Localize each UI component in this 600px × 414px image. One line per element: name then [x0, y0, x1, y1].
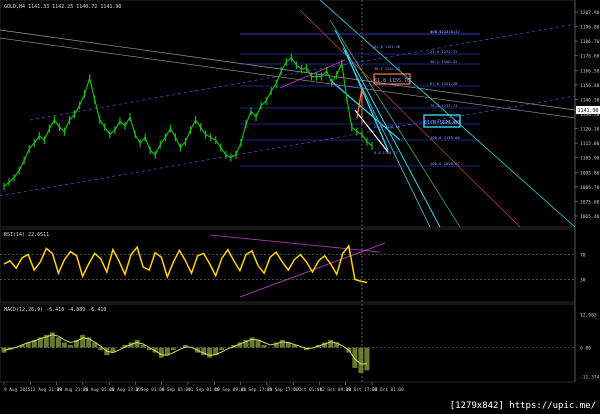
fib-label: 100.0 1115.00: [430, 135, 460, 140]
fib-label: 38.2 1166.32: [430, 59, 457, 64]
main-y-tick-label: 1115.00: [580, 141, 600, 147]
main-header: GOLD,H4 1141.33 1142.25 1140.72 1141.90: [4, 4, 121, 10]
main-y-tick-label: 1176.60: [580, 54, 600, 60]
macd-y-tick-label: 0.00: [580, 346, 591, 352]
main-y-axis: 1207.90 1196.80 1186.70 1176.60 1166.50 1156.…: [575, 10, 600, 220]
macd-hist-bar: [207, 347, 213, 358]
macd-hist-bar: [68, 345, 74, 348]
main-y-tick-label: 1105.90: [580, 156, 600, 162]
main-y-tick-label: 1126.10: [580, 127, 600, 133]
main-y-tick-label: 1207.90: [580, 10, 600, 16]
macd-hist-bar: [61, 342, 67, 348]
main-y-tick-label: 1085.70: [580, 185, 600, 191]
main-y-tick-label: 1075.60: [580, 199, 600, 205]
fib-callout-text-2: 61.8 1126.80: [424, 120, 460, 126]
fib-label: 0.0 1211.51: [430, 29, 456, 34]
rsi-header: RSI(14) 22.6511: [4, 232, 49, 238]
macd-hist-bar: [352, 347, 358, 368]
fib-label: 61.8 1151.28: [430, 81, 458, 86]
trading-chart: 100.0 1211.320.0 1211.5123.6 1175.7238.2…: [0, 0, 600, 411]
fib-small-label: 0.0 1108.77: [374, 151, 398, 155]
macd-y-tick-label: 12.983: [580, 313, 597, 319]
macd-hist-bar: [158, 347, 164, 358]
macd-hist-bar: [170, 347, 176, 351]
rsi-y-axis: 70 30: [580, 253, 586, 284]
macd-y-tick-label: -11.374: [580, 374, 600, 380]
macd-hist-bar: [364, 347, 370, 371]
macd-hist-bar: [80, 334, 86, 348]
main-y-tick-label: 1156.40: [580, 83, 600, 89]
main-y-tick-label: 1095.80: [580, 170, 600, 176]
fib-label: 100.0 1098.67: [430, 161, 460, 166]
macd-header: MACD(12,26,9) -6.410 -4.889 -6.410: [4, 307, 106, 313]
x-tick-label: 8 Sep 05:00: [162, 387, 191, 393]
x-tick-label: 5 Oct 01:00: [293, 387, 322, 393]
x-tick-label: 3 Sep 01:00: [135, 387, 164, 393]
fib-callout-text-1: 61.8 1155.76: [374, 78, 410, 84]
macd-hist-bar: [358, 347, 364, 373]
fib-label: 23.6 1175.72: [430, 49, 457, 54]
main-y-tick-label: 1196.80: [580, 25, 600, 31]
rsi-level-label: 30: [580, 277, 586, 283]
fib-small-label: 23.6 1128.10: [374, 125, 400, 129]
main-y-tick-label: 1146.30: [580, 97, 600, 103]
macd-hist-bar: [134, 339, 140, 348]
main-y-tick-label: 1136.20: [580, 112, 600, 118]
macd-hist-bar: [261, 345, 267, 348]
x-tick-label: 9 Aug 2015: [4, 387, 31, 393]
watermark: [1279x842] https://upic.me/: [450, 401, 596, 411]
fib-small-label: 61.8 1151.36: [374, 45, 400, 49]
macd-hist-bar: [279, 339, 285, 348]
rsi-level-label: 70: [580, 253, 586, 259]
macd-hist-bar: [55, 337, 61, 348]
rsi-panel: [0, 228, 576, 303]
macd-y-axis: 12.983 0.00 -11.374: [580, 313, 600, 381]
macd-hist-bar: [219, 347, 225, 351]
main-y-tick-label: 1186.70: [580, 39, 600, 45]
fib-small-label: 38.2 1142.18: [374, 67, 400, 71]
main-y-tick-label: 1166.50: [580, 68, 600, 74]
main-y-tick-label: 1065.48: [580, 214, 600, 220]
x-axis: 9 Aug 2015 12 Aug 21:0019 Aug 21:0025 Aug…: [3, 382, 404, 393]
macd-hist-bar: [328, 339, 334, 348]
fib-label: 76.4 1133.73: [430, 103, 457, 108]
x-tick-label: 27 Oct 01:00: [372, 387, 404, 393]
